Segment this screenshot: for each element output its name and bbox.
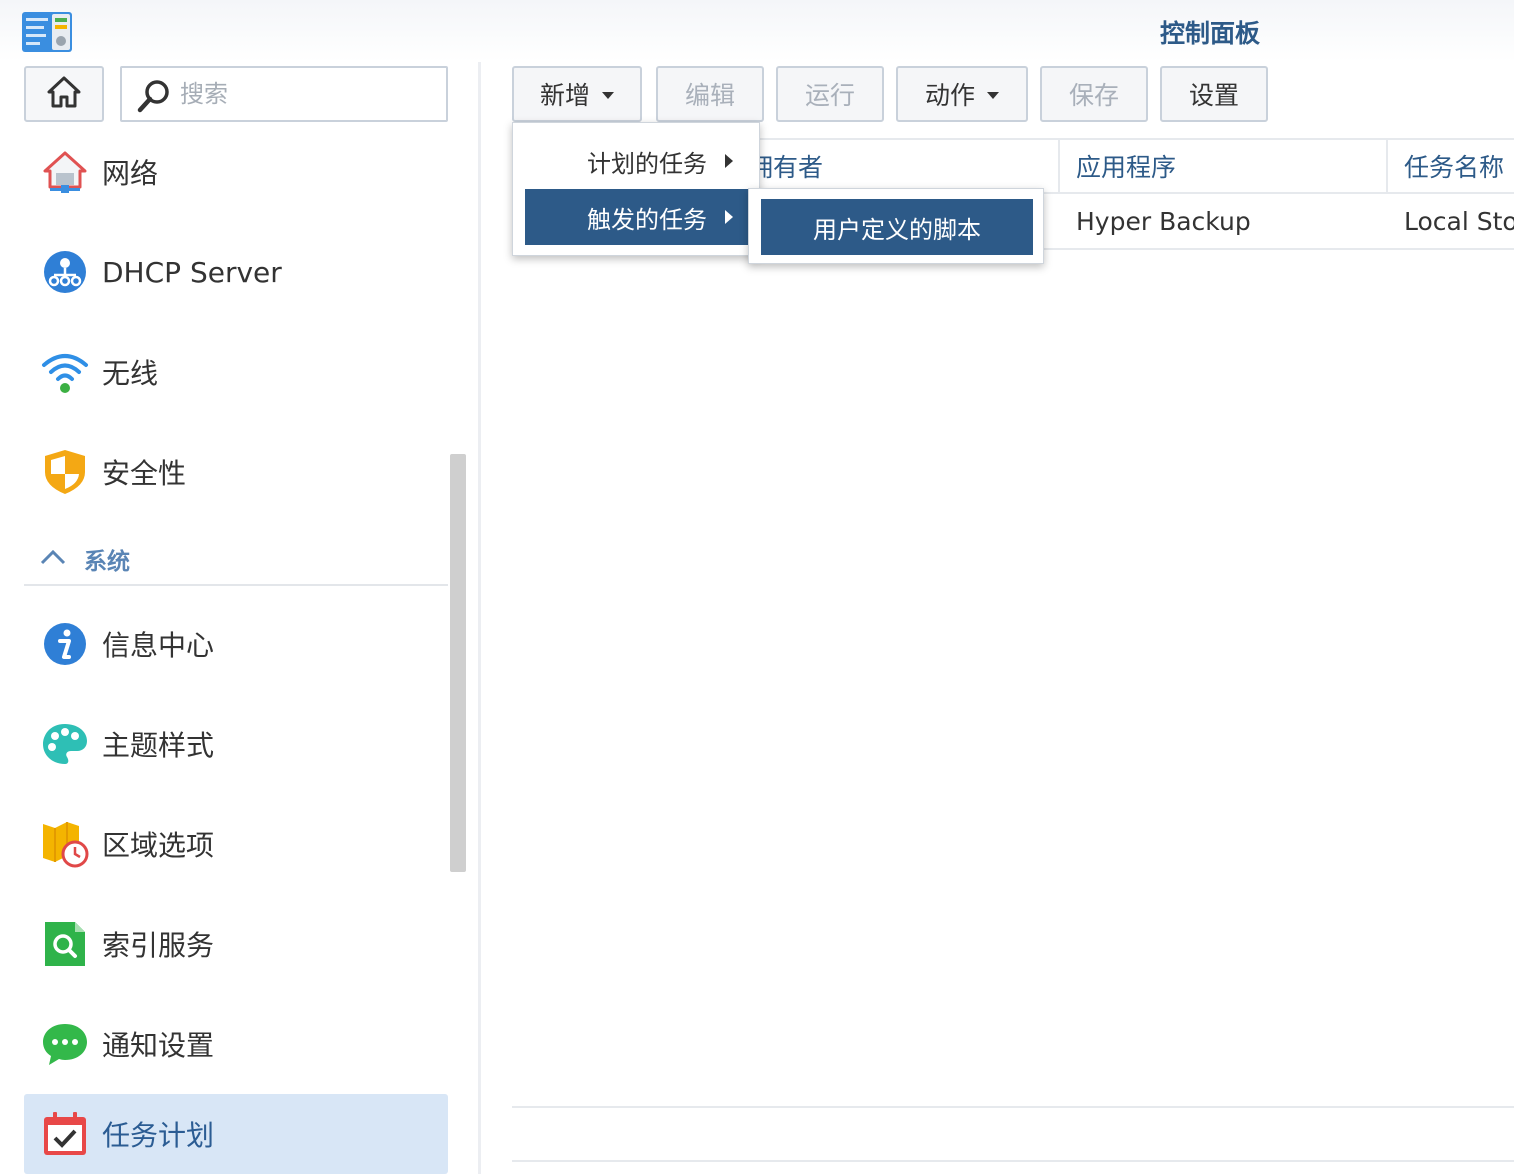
sidebar-item-theme[interactable]: 主题样式 xyxy=(24,704,448,784)
search-box[interactable] xyxy=(120,66,448,122)
sidebar-item-label: 无线 xyxy=(102,357,159,390)
sidebar-item-label: 通知设置 xyxy=(102,1029,215,1062)
save-button-label: 保存 xyxy=(1068,81,1119,110)
sidebar-item-info-center[interactable]: 信息中心 xyxy=(24,604,448,684)
sidebar-item-label: 安全性 xyxy=(102,457,187,490)
sidebar-item-security[interactable]: 安全性 xyxy=(24,432,448,512)
map-clock-icon xyxy=(40,819,90,869)
edit-button[interactable]: 编辑 xyxy=(656,66,764,122)
window-title: 控制面板 xyxy=(1159,19,1260,48)
triggered-task-submenu: 用户定义的脚本 xyxy=(748,188,1044,264)
sidebar-item-dhcp-server[interactable]: DHCP Server xyxy=(24,232,448,312)
sidebar-divider xyxy=(478,62,481,1174)
search-icon xyxy=(136,78,172,118)
menu-item-triggered-task[interactable]: 触发的任务 xyxy=(525,189,749,245)
calendar-check-icon xyxy=(40,1109,90,1159)
chevron-right-icon xyxy=(725,210,733,224)
edit-button-label: 编辑 xyxy=(684,81,735,110)
dhcp-icon xyxy=(40,247,90,297)
table-footer-divider xyxy=(512,1106,1514,1108)
column-divider[interactable] xyxy=(1386,140,1388,192)
sidebar-item-label: 主题样式 xyxy=(102,729,215,762)
sidebar-item-wireless[interactable]: 无线 xyxy=(24,332,448,412)
network-icon xyxy=(40,147,90,197)
sidebar-item-task-scheduler[interactable]: 任务计划 xyxy=(24,1094,448,1174)
cell-task-name: Local Sto xyxy=(1404,206,1514,236)
caret-down-icon xyxy=(987,91,999,99)
palette-icon xyxy=(40,719,90,769)
chat-bubble-icon xyxy=(40,1019,90,1069)
settings-button[interactable]: 设置 xyxy=(1160,66,1268,122)
info-icon xyxy=(40,619,90,669)
create-button-label: 新增 xyxy=(539,81,590,110)
run-button[interactable]: 运行 xyxy=(776,66,884,122)
action-button[interactable]: 动作 xyxy=(896,66,1028,122)
menu-item-user-defined-script[interactable]: 用户定义的脚本 xyxy=(761,199,1033,255)
action-button-label: 动作 xyxy=(924,81,975,110)
chevron-up-icon xyxy=(40,549,66,569)
column-header-task-name[interactable]: 任务名称 xyxy=(1404,140,1504,192)
home-button[interactable] xyxy=(24,66,104,122)
column-divider[interactable] xyxy=(1058,140,1060,192)
section-label: 系统 xyxy=(84,549,130,575)
chevron-right-icon xyxy=(725,154,733,168)
sidebar-item-label: 网络 xyxy=(102,157,159,190)
shield-icon xyxy=(40,447,90,497)
save-button[interactable]: 保存 xyxy=(1040,66,1148,122)
sidebar-item-indexing-service[interactable]: 索引服务 xyxy=(24,904,448,984)
menu-item-label: 计划的任务 xyxy=(587,149,707,178)
run-button-label: 运行 xyxy=(804,81,855,110)
cell-application: Hyper Backup xyxy=(1076,206,1251,236)
sidebar-item-notification[interactable]: 通知设置 xyxy=(24,1004,448,1084)
caret-down-icon xyxy=(602,91,614,99)
sidebar-item-label: 索引服务 xyxy=(102,929,215,962)
control-panel-app-icon xyxy=(22,12,72,52)
search-input[interactable] xyxy=(180,76,430,112)
sidebar-item-label: DHCP Server xyxy=(102,255,282,289)
menu-item-scheduled-task[interactable]: 计划的任务 xyxy=(525,133,749,189)
home-icon xyxy=(47,76,81,112)
sidebar-item-network[interactable]: 网络 xyxy=(24,132,448,212)
index-search-icon xyxy=(40,919,90,969)
table-footer-divider xyxy=(512,1160,1514,1162)
create-dropdown-menu: 计划的任务 触发的任务 xyxy=(512,122,760,256)
create-button[interactable]: 新增 xyxy=(512,66,642,122)
settings-button-label: 设置 xyxy=(1188,81,1239,110)
sidebar-item-regional-options[interactable]: 区域选项 xyxy=(24,804,448,884)
sidebar-section-system[interactable]: 系统 xyxy=(24,534,448,586)
sidebar-item-label: 信息中心 xyxy=(102,629,215,662)
title-bar: 控制面板 xyxy=(0,0,1514,62)
menu-item-label: 触发的任务 xyxy=(587,205,707,234)
sidebar-scrollbar[interactable] xyxy=(450,454,466,872)
sidebar-item-label: 区域选项 xyxy=(102,829,215,862)
column-header-application[interactable]: 应用程序 xyxy=(1076,140,1176,192)
sidebar-item-label: 任务计划 xyxy=(102,1119,215,1152)
wifi-icon xyxy=(40,347,90,397)
